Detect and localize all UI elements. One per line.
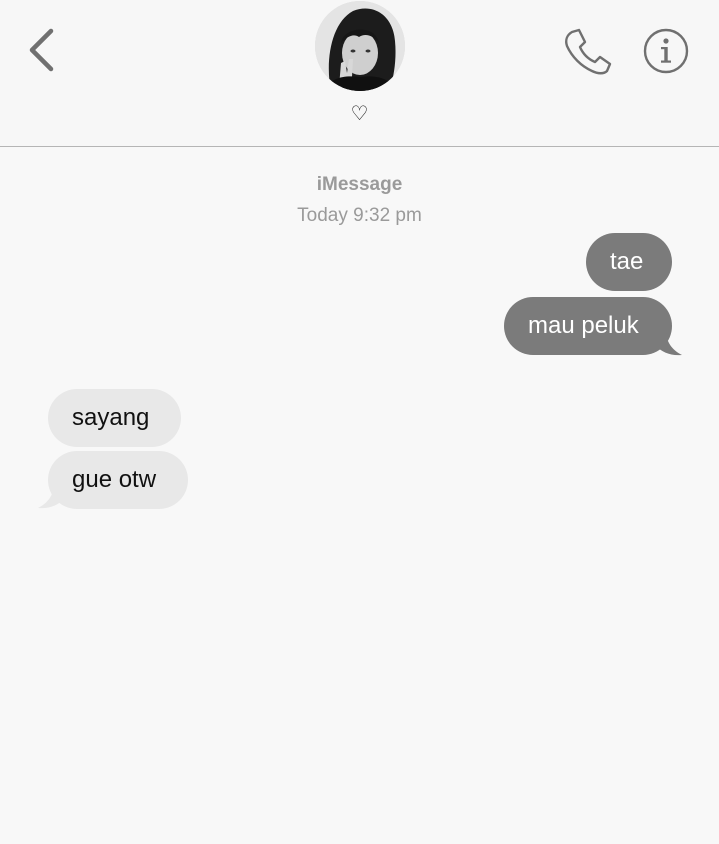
info-icon (643, 28, 689, 74)
info-button[interactable] (642, 27, 690, 75)
call-button[interactable] (562, 26, 612, 76)
message-text: gue otw (72, 466, 157, 493)
message-text: sayang (72, 404, 150, 431)
contact-name[interactable]: ♡ (0, 102, 719, 126)
outgoing-bubble-tail (656, 330, 682, 356)
back-button[interactable] (24, 26, 64, 74)
avatar-photo (315, 1, 405, 91)
incoming-bubble-tail (38, 483, 64, 509)
incoming-message-bubble[interactable]: gue otw (48, 451, 188, 509)
phone-icon (565, 28, 612, 75)
service-label: iMessage (316, 174, 403, 195)
chevron-left-icon (29, 28, 54, 72)
conversation-header: ♡ (0, 0, 719, 147)
contact-avatar[interactable] (315, 1, 405, 91)
thread-timestamp: Today 9:32 pm (297, 205, 422, 226)
message-text: tae (610, 248, 644, 275)
message-text: mau peluk (528, 312, 639, 339)
incoming-message-bubble[interactable]: sayang (48, 389, 181, 447)
outgoing-message-bubble[interactable]: tae (586, 233, 672, 291)
outgoing-message-bubble[interactable]: mau peluk (504, 297, 672, 355)
